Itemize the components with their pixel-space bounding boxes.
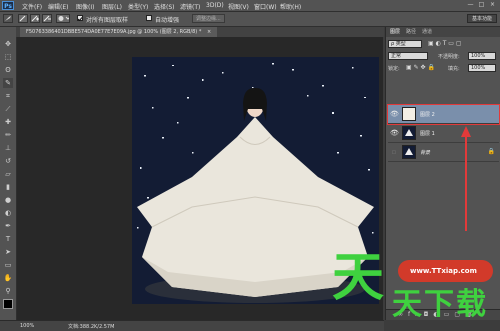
close-button[interactable]: × [488, 1, 497, 9]
blend-mode-select[interactable]: 正常 [388, 52, 428, 60]
menu-view[interactable]: 视图(V) [228, 2, 249, 11]
layer-thumbnail [402, 107, 416, 121]
minimize-button[interactable]: — [466, 1, 475, 9]
move-tool-icon[interactable]: ✥ [3, 39, 13, 49]
clone-stamp-icon[interactable]: ⊥ [3, 143, 13, 153]
document-tab[interactable]: F50763386401DBBE574DA0E77E7E09A.jpg @ 10… [20, 27, 218, 37]
lock-label: 锁定: [388, 66, 400, 72]
hand-tool-icon[interactable]: ✋ [3, 273, 13, 283]
filter-row: ρ 类型 ▣ ◐ T ▭ ▢ [388, 39, 499, 49]
maximize-button[interactable]: □ [477, 1, 486, 9]
panel-tabs: 图层 路径 通道 [386, 27, 500, 37]
menu-window[interactable]: 窗口(W) [254, 2, 277, 11]
gradient-tool-icon[interactable]: ▮ [3, 182, 13, 192]
document-size: 文档:388.2K/2.57M [68, 324, 115, 330]
blur-tool-icon[interactable]: ● [3, 195, 13, 205]
layer-row-1[interactable]: 👁 图层 1 [388, 124, 499, 143]
quick-select-tool-icon[interactable] [3, 14, 13, 23]
history-brush-icon[interactable]: ↺ [3, 156, 13, 166]
sample-all-layers-checkbox[interactable] [77, 15, 83, 22]
menu-select[interactable]: 选择(S) [154, 2, 175, 11]
watermark-char: 天 [392, 287, 422, 322]
marquee-tool-icon[interactable]: ⬚ [3, 52, 13, 62]
watermark-char: 载 [456, 287, 486, 322]
layer-thumbnail [402, 145, 416, 159]
layer-row-2[interactable]: 👁 图层 2 [387, 104, 500, 125]
pen-tool-icon[interactable]: ✒ [3, 221, 13, 231]
lasso-tool-icon[interactable]: ʘ [3, 65, 13, 75]
zoom-tool-icon[interactable]: ⚲ [3, 286, 13, 296]
tab-channels[interactable]: 通道 [422, 28, 432, 35]
close-document-icon[interactable]: × [207, 29, 211, 35]
photoshop-logo: Ps [2, 1, 14, 10]
layer-name[interactable]: 背景 [420, 149, 430, 156]
layer-filter-select[interactable]: ρ 类型 [388, 40, 422, 48]
status-bar: 100% 文档:388.2K/2.57M [0, 320, 384, 331]
lock-icons[interactable]: ▣ ✎ ✥ 🔒 [406, 64, 435, 71]
menu-file[interactable]: 文件(F) [22, 2, 42, 11]
opacity-input[interactable]: 100% [468, 52, 496, 60]
watermark-url: www.TTxiap.com [410, 267, 477, 275]
type-tool-icon[interactable]: T [3, 234, 13, 244]
menu-bar: Ps 文件(F) 编辑(E) 图像(I) 图层(L) 类型(Y) 选择(S) 滤… [0, 0, 500, 12]
window-controls: — □ × [464, 1, 497, 9]
tab-paths[interactable]: 路径 [406, 28, 416, 35]
new-selection-icon[interactable] [18, 14, 28, 23]
layer-row-background[interactable]: ▫ 背景 🔒 [388, 143, 499, 162]
menu-type[interactable]: 类型(Y) [128, 2, 148, 11]
menu-layer[interactable]: 图层(L) [102, 2, 122, 11]
watermark-char: 天 [332, 247, 385, 308]
layer-thumbnail [402, 126, 416, 140]
opacity-label: 不透明度: [438, 54, 460, 60]
sample-all-layers-label: 对所有图层取样 [86, 17, 129, 24]
lock-row: 锁定: ▣ ✎ ✥ 🔒 填充: 100% [388, 63, 499, 73]
menu-edit[interactable]: 编辑(E) [48, 2, 68, 11]
eyedropper-tool-icon[interactable]: ⟋ [3, 104, 13, 114]
canvas-area[interactable] [17, 37, 383, 320]
filter-icons[interactable]: ▣ ◐ T ▭ ▢ [428, 40, 462, 47]
menu-3d[interactable]: 3D(D) [206, 2, 224, 9]
tools-panel: ✥ ⬚ ʘ ✎ ⌗ ⟋ ✚ ✏ ⊥ ↺ ▱ ▮ ● ◐ ✒ T ➤ ▭ ✋ ⚲ [0, 27, 17, 320]
refine-edge-button[interactable]: 调整边缘... [192, 14, 225, 23]
visibility-eye-icon[interactable]: 👁 [390, 110, 399, 118]
layer-name[interactable]: 图层 1 [420, 130, 435, 137]
visibility-eye-icon[interactable]: 👁 [390, 129, 399, 137]
document-tab-bar: F50763386401DBBE574DA0E77E7E09A.jpg @ 10… [16, 27, 384, 37]
watermark-char: 下 [424, 287, 454, 322]
menu-filter[interactable]: 滤镜(T) [180, 2, 200, 11]
options-bar: 对所有图层取样 自动增强 调整边缘... 基本功能 [0, 12, 500, 27]
menu-help[interactable]: 帮助(H) [280, 2, 301, 11]
path-select-icon[interactable]: ➤ [3, 247, 13, 257]
fill-input[interactable]: 100% [468, 64, 496, 72]
red-annotation-arrow [461, 126, 471, 231]
dodge-tool-icon[interactable]: ◐ [3, 208, 13, 218]
auto-enhance-checkbox[interactable] [146, 15, 152, 21]
foreground-color-swatch[interactable] [3, 299, 13, 309]
blend-row: 正常 不透明度: 100% [388, 51, 499, 61]
tab-layers[interactable]: 图层 [390, 28, 400, 35]
layer-name[interactable]: 图层 2 [420, 111, 435, 118]
quick-selection-tool-icon[interactable]: ✎ [3, 78, 13, 88]
menu-image[interactable]: 图像(I) [76, 2, 94, 11]
shape-tool-icon[interactable]: ▭ [3, 260, 13, 270]
crop-tool-icon[interactable]: ⌗ [3, 91, 13, 101]
document-tab-label: F50763386401DBBE574DA0E77E7E09A.jpg @ 10… [26, 29, 202, 35]
lock-icon: 🔒 [487, 148, 495, 155]
eraser-tool-icon[interactable]: ▱ [3, 169, 13, 179]
brush-tool-icon[interactable]: ✏ [3, 130, 13, 140]
zoom-level[interactable]: 100% [20, 323, 34, 329]
subtract-selection-icon[interactable] [42, 14, 52, 23]
add-to-selection-icon[interactable] [30, 14, 40, 23]
brush-size-icon[interactable] [56, 14, 71, 23]
visibility-eye-icon[interactable]: ▫ [390, 148, 398, 156]
workspace-select[interactable]: 基本功能 [467, 14, 497, 23]
fill-label: 填充: [448, 66, 460, 72]
healing-brush-icon[interactable]: ✚ [3, 117, 13, 127]
auto-enhance-label: 自动增强 [155, 17, 180, 24]
